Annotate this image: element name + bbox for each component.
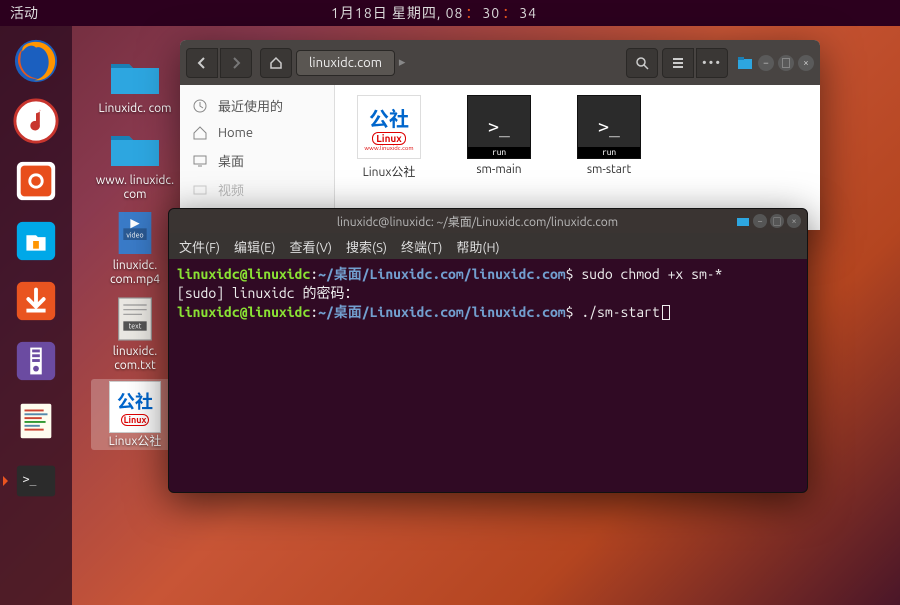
launcher-dock: >_	[0, 26, 72, 605]
chevron-right-icon: ▸	[399, 55, 406, 70]
menu-edit[interactable]: 编辑(E)	[234, 237, 275, 256]
terminal-icon[interactable]: >_	[9, 454, 63, 508]
software-center-icon[interactable]	[9, 274, 63, 328]
file-exec-sm-start[interactable]: >_ sm-start	[569, 95, 649, 176]
top-panel: 活动 1月18日 星期四, 08：30：34	[0, 0, 900, 26]
folder-label: www. linuxidc. com	[93, 174, 177, 202]
sidebar-label: 桌面	[218, 151, 244, 170]
sidebar-label: 最近使用的	[218, 96, 283, 115]
screenshot-icon[interactable]	[9, 154, 63, 208]
sidebar-item-recent[interactable]: 最近使用的	[180, 91, 334, 120]
files-icon[interactable]	[9, 214, 63, 268]
terminal-title: linuxidc@linuxidc: ~/桌面/Linuxidc.com/lin…	[219, 213, 736, 230]
home-icon	[192, 125, 208, 141]
firefox-icon[interactable]	[9, 34, 63, 88]
breadcrumb-item[interactable]: linuxidc.com	[296, 50, 395, 76]
nav-forward-button[interactable]	[220, 48, 252, 78]
file-label: sm-start	[569, 163, 649, 176]
more-options-button[interactable]: •••	[696, 48, 728, 78]
svg-text:text: text	[129, 322, 142, 330]
file-label: Linux公社	[349, 163, 429, 180]
desktop-video-file[interactable]: video linuxidc. com.mp4	[91, 207, 179, 289]
clock-icon	[192, 98, 208, 114]
menu-search[interactable]: 搜索(S)	[346, 237, 387, 256]
cursor	[662, 305, 670, 320]
svg-text:video: video	[126, 232, 143, 240]
menu-help[interactable]: 帮助(H)	[456, 237, 499, 256]
terminal-titlebar[interactable]: linuxidc@linuxidc: ~/桌面/Linuxidc.com/lin…	[169, 209, 807, 233]
sidebar-item-desktop[interactable]: 桌面	[180, 146, 334, 175]
terminal-content[interactable]: linuxidc@linuxidc:~/桌面/Linuxidc.com/linu…	[169, 259, 807, 328]
files-titlebar[interactable]: linuxidc.com ▸ ••• − □ ×	[180, 40, 820, 85]
svg-text:>_: >_	[23, 472, 37, 486]
activities-button[interactable]: 活动	[10, 3, 38, 23]
menu-file[interactable]: 文件(F)	[179, 237, 220, 256]
desktop-folder-www[interactable]: www. linuxidc. com	[91, 122, 179, 204]
file-image[interactable]: 公社 Linux www.linuxidc.com Linux公社	[349, 95, 429, 180]
sidebar-label: Home	[218, 126, 253, 140]
file-label: linuxidc. com.txt	[93, 345, 177, 373]
sidebar-item-home[interactable]: Home	[180, 120, 334, 146]
close-button[interactable]: ×	[798, 55, 814, 71]
logo-text: 公社	[369, 103, 409, 132]
file-label: Linux公社	[109, 435, 162, 449]
logo-url: www.linuxidc.com	[364, 145, 413, 152]
maximize-button[interactable]: □	[770, 214, 784, 228]
terminal-menubar: 文件(F) 编辑(E) 查看(V) 搜索(S) 终端(T) 帮助(H)	[169, 233, 807, 259]
search-button[interactable]	[626, 48, 658, 78]
desktop-folder-linuxidc[interactable]: Linuxidc. com	[91, 50, 179, 118]
sidebar-item-videos[interactable]: 视频	[180, 175, 334, 204]
archive-manager-icon[interactable]	[9, 334, 63, 388]
terminal-line: linuxidc@linuxidc:~/桌面/Linuxidc.com/linu…	[177, 303, 799, 322]
sidebar-label: 视频	[218, 180, 244, 199]
desktop-text-file[interactable]: text linuxidc. com.txt	[91, 293, 179, 375]
file-exec-sm-main[interactable]: >_ sm-main	[459, 95, 539, 176]
folder-small-icon	[736, 214, 750, 228]
minimize-button[interactable]: −	[753, 214, 767, 228]
file-label: linuxidc. com.mp4	[93, 259, 177, 287]
logo-linux: Linux	[372, 132, 405, 145]
desktop-icon	[192, 153, 208, 169]
folder-small-icon	[736, 54, 754, 72]
files-window: linuxidc.com ▸ ••• − □ × 最近使用的 Home	[180, 40, 820, 230]
desktop-image-file[interactable]: 公社 Linux Linux公社	[91, 379, 179, 451]
maximize-button[interactable]: □	[778, 55, 794, 71]
music-player-icon[interactable]	[9, 94, 63, 148]
terminal-line: [sudo] linuxidc 的密码：	[177, 284, 799, 303]
folder-label: Linuxidc. com	[98, 102, 171, 116]
file-label: sm-main	[459, 163, 539, 176]
text-editor-icon[interactable]	[9, 394, 63, 448]
desktop-icons: Linuxidc. com www. linuxidc. com video l…	[90, 50, 180, 450]
menu-terminal[interactable]: 终端(T)	[401, 237, 442, 256]
close-button[interactable]: ×	[787, 214, 801, 228]
minimize-button[interactable]: −	[758, 55, 774, 71]
logo-text: 公社	[117, 388, 153, 414]
menu-view[interactable]: 查看(V)	[290, 237, 332, 256]
clock[interactable]: 1月18日 星期四, 08：30：34	[331, 3, 537, 23]
video-icon	[192, 182, 208, 198]
terminal-window: linuxidc@linuxidc: ~/桌面/Linuxidc.com/lin…	[168, 208, 808, 493]
logo-linux: Linux	[121, 414, 150, 426]
breadcrumb-home-icon[interactable]	[260, 48, 292, 78]
terminal-line: linuxidc@linuxidc:~/桌面/Linuxidc.com/linu…	[177, 265, 799, 284]
nav-back-button[interactable]	[186, 48, 218, 78]
list-view-button[interactable]	[662, 48, 694, 78]
